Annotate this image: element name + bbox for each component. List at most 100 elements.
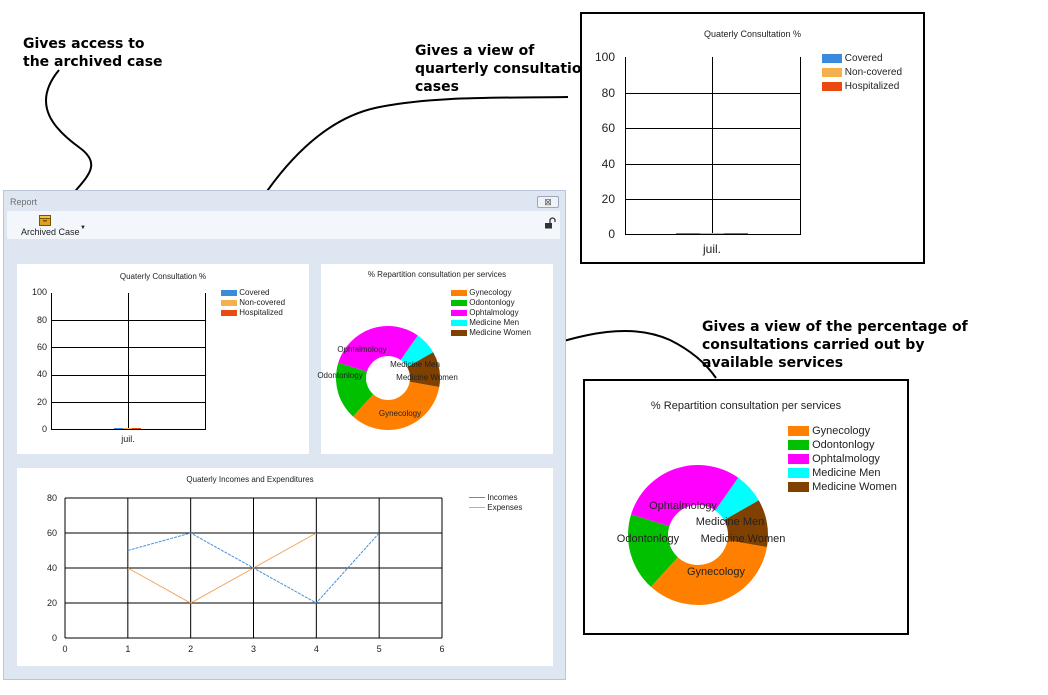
bar-hospitalized xyxy=(724,233,748,234)
bar-covered xyxy=(114,428,123,429)
y-tick-label: 20 xyxy=(601,192,615,206)
x-tick-label: juil. xyxy=(121,434,135,444)
chart-panel-incomes: Quaterly Incomes and Expenditures 0 20 40 6… xyxy=(17,468,553,666)
x-tick-label: 1 xyxy=(125,644,130,654)
x-tick-label: 4 xyxy=(314,644,319,654)
y-axis xyxy=(625,57,626,235)
legend-label: Medicine Women xyxy=(469,328,531,337)
y-tick-label: 0 xyxy=(41,424,47,434)
slice-label: Gynecology xyxy=(687,566,746,578)
box-icon xyxy=(39,215,51,226)
gridline xyxy=(712,57,713,235)
legend-label: Hospitalized xyxy=(239,308,283,317)
gridline xyxy=(128,293,129,430)
plot-right-border xyxy=(800,57,801,235)
y-tick-label: 40 xyxy=(47,563,57,573)
legend-label: Medicine Men xyxy=(812,467,881,479)
legend-item: Covered xyxy=(221,288,269,297)
annotation-line: available services xyxy=(702,355,844,371)
legend-swatch xyxy=(822,81,842,91)
chart-box-quarterly-large: Quaterly Consultation % 0 20 40 60 80 10… xyxy=(580,12,925,264)
bar-covered xyxy=(676,233,700,234)
window-title: Report xyxy=(10,197,38,207)
legend-swatch xyxy=(788,440,809,451)
legend-label: Odontonlogy xyxy=(469,298,515,307)
chart-panel-repartition: % Repartition consultation per services … xyxy=(317,264,553,454)
slice-label: Odontonlogy xyxy=(617,533,680,545)
legend-swatch xyxy=(822,67,842,77)
legend-swatch xyxy=(469,497,485,499)
archived-case-button[interactable]: Archived Case ▼ xyxy=(11,213,86,237)
plot-right-border xyxy=(205,293,206,430)
legend-swatch xyxy=(451,329,467,336)
legend-item: Odontonlogy xyxy=(788,439,874,451)
slice-label: Medicine Men xyxy=(390,360,440,369)
legend-label: Non-covered xyxy=(844,67,903,78)
annotation-line: quarterly consultation xyxy=(415,61,592,77)
legend-label: Ophtalmology xyxy=(812,453,880,465)
chevron-down-icon[interactable]: ▼ xyxy=(80,225,86,231)
legend-item: Medicine Women xyxy=(451,328,531,337)
legend-swatch xyxy=(451,309,467,316)
legend-label: Odontonlogy xyxy=(812,439,875,451)
x-tick-label: 2 xyxy=(188,644,193,654)
legend-label: Hospitalized xyxy=(844,81,900,92)
legend-item: Ophtalmology xyxy=(788,453,880,465)
y-tick-label: 60 xyxy=(47,528,57,538)
slice-label: Medicine Men xyxy=(696,516,764,528)
close-button[interactable]: ⊠ xyxy=(537,196,559,208)
annotation-quarterly: Gives a view of quarterly consultation c… xyxy=(415,42,591,96)
y-tick-label: 80 xyxy=(601,86,615,100)
annotation-line: Gives a view of xyxy=(415,43,535,59)
chart-panel-quarterly: Quaterly Consultation % 0 20 40 60 80 10… xyxy=(17,264,309,454)
y-tick-label: 40 xyxy=(601,157,615,171)
legend-item: Medicine Men xyxy=(451,318,519,327)
annotation-percentage: Gives a view of the percentage of consul… xyxy=(702,318,968,372)
chart-title: Quaterly Consultation % xyxy=(119,272,207,281)
y-tick-label: 80 xyxy=(47,493,57,503)
slice-label: Medicine Women xyxy=(701,533,786,545)
legend-item: Medicine Men xyxy=(788,467,881,479)
legend-label: Medicine Women xyxy=(812,481,897,493)
annotation-line: consultations carried out by xyxy=(702,337,925,353)
legend-item: Odontonlogy xyxy=(451,298,515,307)
legend-swatch xyxy=(788,426,809,437)
legend-item: Ophtalmology xyxy=(451,308,519,317)
y-tick-label: 100 xyxy=(594,50,615,64)
legend-swatch xyxy=(451,299,467,306)
legend-label: Covered xyxy=(844,53,883,64)
y-tick-label: 60 xyxy=(601,121,615,135)
legend-item: Hospitalized xyxy=(221,308,283,317)
legend-item: Covered xyxy=(822,53,883,64)
legend-label: Incomes xyxy=(487,493,518,502)
y-tick-label: 20 xyxy=(36,397,47,407)
legend-swatch xyxy=(221,309,237,316)
slice-label: Ophtalmology xyxy=(337,345,386,354)
legend-item: Non-covered xyxy=(822,67,902,78)
y-tick-label: 20 xyxy=(47,598,57,608)
bar-non-covered xyxy=(123,428,132,429)
y-tick-label: 100 xyxy=(31,287,47,297)
annotation-line: the archived case xyxy=(23,54,163,70)
y-tick-label: 40 xyxy=(36,369,47,379)
y-axis xyxy=(51,293,52,430)
legend-swatch xyxy=(788,454,809,465)
x-tick-label: 0 xyxy=(62,644,67,654)
legend-swatch xyxy=(451,319,467,326)
legend-label: Ophtalmology xyxy=(469,308,519,317)
legend-label: Covered xyxy=(239,288,270,297)
pie-chart: Gynecology Odontonlogy Ophtalmology Medicin… xyxy=(317,326,458,430)
slice-label: Gynecology xyxy=(379,409,421,418)
x-tick-label: juil. xyxy=(702,242,721,256)
annotation-archive: Gives access to the archived case xyxy=(23,35,163,71)
legend-label: Expenses xyxy=(487,503,523,512)
report-window: Report ⊠ Archived Case ▼ Quaterly Consul… xyxy=(3,190,566,680)
unlock-icon[interactable] xyxy=(544,217,556,229)
x-tick-label: 5 xyxy=(377,644,382,654)
legend-item: Expenses xyxy=(469,503,522,512)
legend-item: Incomes xyxy=(469,493,517,502)
legend-item: Medicine Women xyxy=(788,481,897,493)
bar-non-covered xyxy=(700,233,724,234)
slice-label: Ophtalmology xyxy=(649,500,717,512)
legend-label: Medicine Men xyxy=(469,318,520,327)
